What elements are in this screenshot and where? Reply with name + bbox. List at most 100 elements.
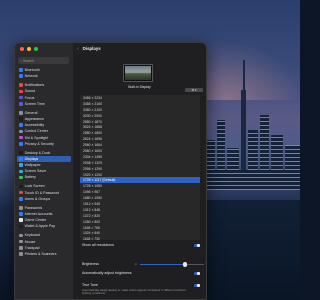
- sidebar-item-network[interactable]: Network: [17, 73, 71, 79]
- sidebar-item-label: Internet Accounts: [24, 212, 53, 217]
- true-tone-toggle[interactable]: [194, 283, 200, 288]
- sidebar-item-privacy-security[interactable]: Privacy & Security: [17, 141, 71, 147]
- keyboard-icon: [19, 233, 23, 238]
- gamecenter-icon: [19, 218, 23, 222]
- brightness-slider-thumb[interactable]: [182, 262, 188, 267]
- sidebar-item-label: Users & Groups: [24, 196, 51, 201]
- pane-titlebar: ‹ Displays: [73, 43, 206, 54]
- sidebar-item-label: Screen Saver: [24, 169, 47, 174]
- sidebar-item-passwords[interactable]: Passwords: [17, 205, 71, 211]
- sidebar-item-label: Focus: [24, 95, 35, 100]
- sidebar-item-users-groups[interactable]: Users & Groups: [17, 196, 71, 202]
- resolution-option[interactable]: 1168 × 730: [80, 236, 200, 240]
- true-tone-description: Automatically adapt display to make colo…: [82, 288, 186, 296]
- sidebar-item-label: Sound: [24, 89, 35, 94]
- hourglass-icon: [19, 102, 23, 106]
- displays-pane: ‹ Displays Built-in Display ⚙ ▾ 3456 × 2…: [73, 43, 206, 299]
- sidebar-item-label: Siri & Spotlight: [24, 135, 49, 140]
- sidebar-item-label: Notifications: [24, 83, 45, 88]
- sidebar-item-sound[interactable]: Sound: [17, 88, 71, 94]
- minimize-button[interactable]: [27, 47, 31, 51]
- wallet-icon: [19, 224, 23, 229]
- trackpad-icon: [19, 245, 23, 250]
- sidebar-item-label: Screen Time: [24, 101, 45, 106]
- sidebar-item-label: Trackpad: [24, 245, 40, 250]
- sidebar-item-label: Network: [24, 74, 38, 79]
- fingerprint-icon: [19, 190, 23, 195]
- chevron-left-icon[interactable]: ‹: [77, 46, 79, 52]
- sidebar-item-battery[interactable]: Battery: [17, 174, 71, 180]
- sidebar-item-label: Privacy & Security: [24, 141, 54, 146]
- zoom-button[interactable]: [34, 47, 38, 51]
- at-icon: [19, 212, 23, 216]
- sidebar-item-label: Passwords: [24, 205, 43, 210]
- sidebar-item-label: Accessibility: [24, 123, 45, 128]
- sidebar-item-siri-spotlight[interactable]: Siri & Spotlight: [17, 134, 71, 140]
- auto-brightness-toggle[interactable]: [194, 271, 200, 276]
- sidebar-item-touch-id-password[interactable]: Touch ID & Password: [17, 190, 71, 196]
- display-thumbnail[interactable]: [123, 64, 153, 82]
- sidebar-item-label: Mouse: [24, 239, 36, 244]
- sidebar-item-label: Wallpaper: [24, 163, 41, 168]
- true-tone-label: True Tone: [82, 283, 98, 287]
- sidebar-item-label: Control Center: [24, 129, 48, 134]
- brightness-label: Brightness: [82, 262, 99, 266]
- globe-icon: [19, 74, 23, 79]
- sidebar-item-label: Appearance: [24, 117, 44, 121]
- sidebar-item-label: Desktop & Dock: [24, 150, 51, 155]
- dock-icon: [19, 150, 23, 155]
- battery-icon: [19, 175, 23, 180]
- sidebar-item-mouse[interactable]: Mouse: [17, 238, 71, 244]
- sidebar-item-label: Game Center: [24, 218, 47, 223]
- show-all-resolutions-toggle[interactable]: [194, 243, 200, 248]
- gear-icon: [19, 111, 23, 115]
- sidebar-list: Bluetooth Network Notifications Sound Focus S…: [17, 67, 71, 257]
- sidebar-item-lock-screen[interactable]: Lock Screen: [17, 183, 71, 189]
- brightness-slider-fill: [140, 264, 185, 266]
- search-field[interactable]: ⌕ Search: [18, 57, 69, 64]
- control-center-icon: [19, 129, 23, 134]
- auto-brightness-row: Automatically adjust brightness: [82, 271, 200, 276]
- siri-icon: [19, 135, 23, 140]
- accessibility-icon: [19, 123, 23, 127]
- display-wallpaper-preview: [125, 66, 151, 80]
- close-button[interactable]: [20, 47, 24, 51]
- sidebar-item-label: Battery: [24, 175, 36, 180]
- sidebar-item-screen-time[interactable]: Screen Time: [17, 101, 71, 107]
- printer-icon: [19, 252, 23, 256]
- sidebar-item-label: Wallet & Apple Pay: [24, 224, 56, 229]
- sidebar: ⌕ Search Bluetooth Network Notifications So…: [15, 43, 73, 299]
- sun-small-icon: ☼: [134, 261, 138, 266]
- appearance-icon: [19, 117, 23, 121]
- resolution-list[interactable]: 3456 × 2234 3456 × 2160 3360 × 2100 3200 × …: [80, 95, 200, 240]
- brightness-row: Brightness ☼ ☀: [82, 261, 206, 267]
- key-icon: [19, 206, 23, 210]
- show-all-resolutions-row: Show all resolutions: [82, 243, 200, 248]
- search-icon: ⌕: [20, 58, 22, 63]
- sidebar-item-label: Keyboard: [24, 233, 40, 238]
- bell-icon: [19, 83, 23, 88]
- mouse-icon: [19, 239, 23, 244]
- sidebar-item-printers-scanners[interactable]: Printers & Scanners: [17, 251, 71, 257]
- moon-icon: [19, 95, 23, 100]
- display-options-button[interactable]: ⚙ ▾: [185, 88, 203, 92]
- users-icon: [19, 197, 23, 201]
- sidebar-item-focus[interactable]: Focus: [17, 95, 71, 101]
- sidebar-item-label: Touch ID & Password: [24, 190, 59, 195]
- hand-icon: [19, 141, 23, 146]
- sidebar-item-general[interactable]: General: [17, 110, 71, 116]
- screensaver-icon: [19, 169, 23, 174]
- window-controls: [20, 47, 38, 51]
- sidebar-item-label: Printers & Scanners: [24, 251, 57, 256]
- page-title: Displays: [82, 46, 101, 51]
- sidebar-item-desktop-dock[interactable]: Desktop & Dock: [17, 150, 71, 156]
- auto-brightness-label: Automatically adjust brightness: [82, 271, 132, 275]
- sidebar-item-trackpad[interactable]: Trackpad: [17, 245, 71, 251]
- lock-icon: [19, 184, 23, 189]
- sidebar-item-wallet-apple-pay[interactable]: Wallet & Apple Pay: [17, 223, 71, 229]
- sidebar-item-label: General: [24, 110, 38, 115]
- sidebar-item-label: Lock Screen: [24, 184, 45, 189]
- sun-icon: [19, 157, 23, 161]
- brightness-slider[interactable]: [140, 262, 204, 267]
- sidebar-item-label: Displays: [24, 156, 39, 161]
